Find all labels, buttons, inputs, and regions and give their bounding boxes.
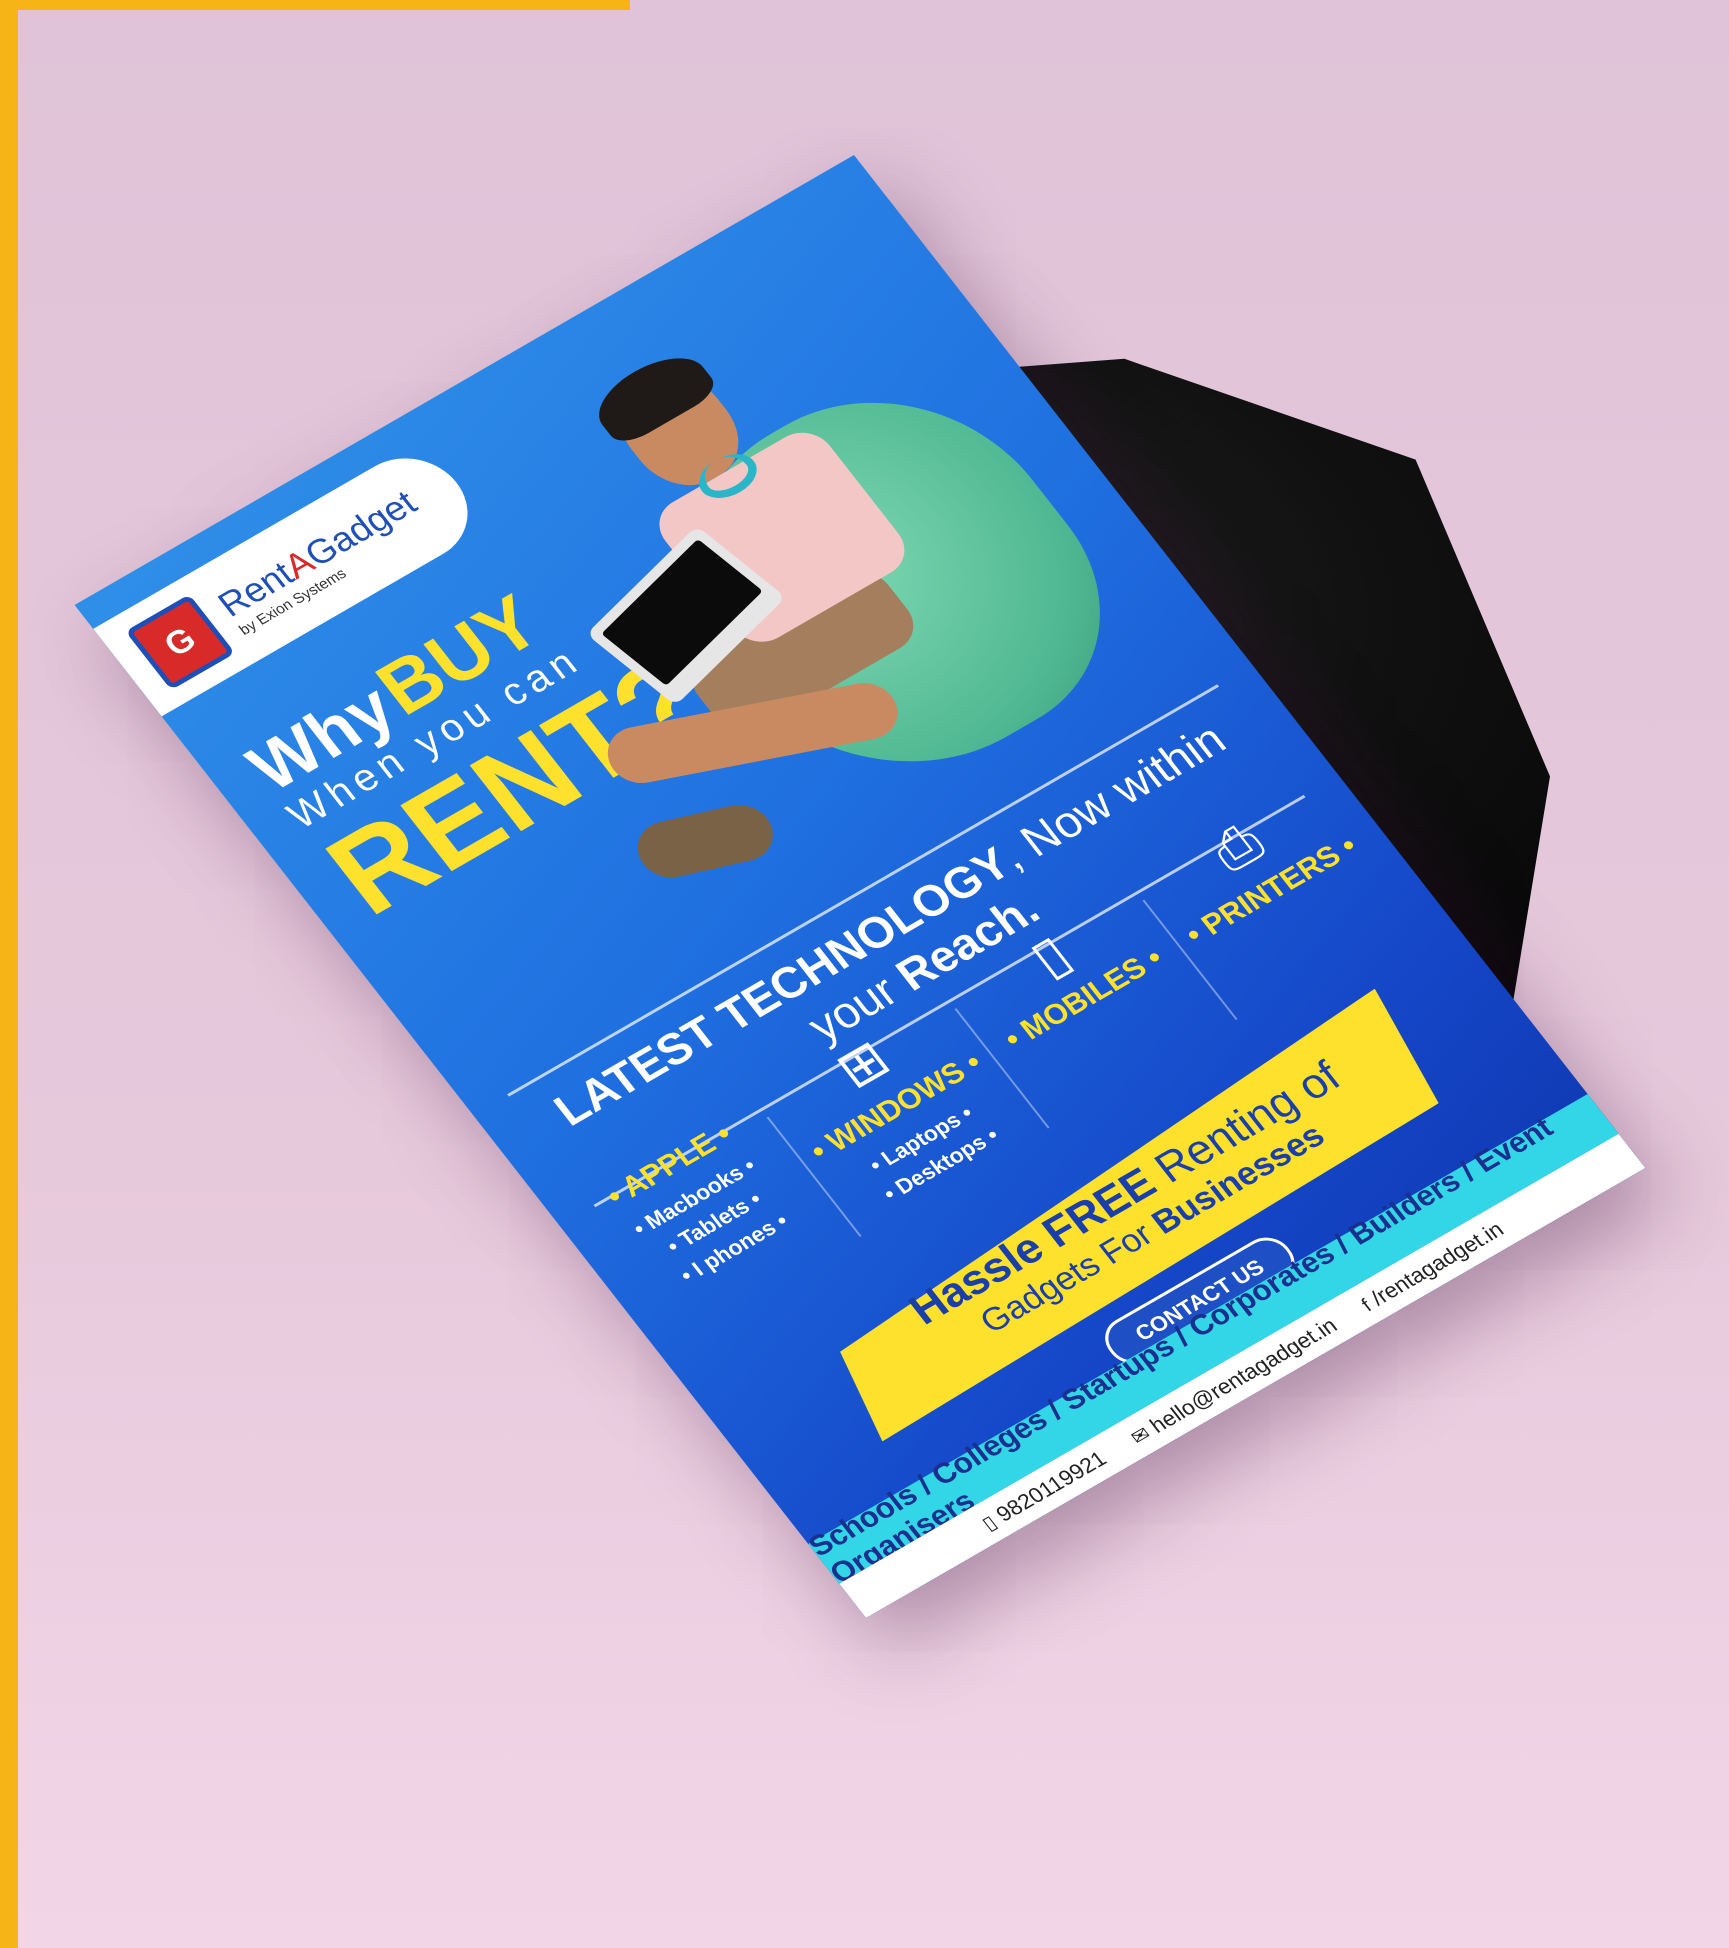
shoe bbox=[629, 799, 782, 884]
yellow-frame-left bbox=[0, 0, 18, 1948]
logo-chip-icon: G bbox=[125, 594, 236, 691]
yellow-frame-top bbox=[0, 0, 630, 10]
flyer: G RentAGadget by Exion Systems Why BUY W… bbox=[74, 155, 1646, 1618]
